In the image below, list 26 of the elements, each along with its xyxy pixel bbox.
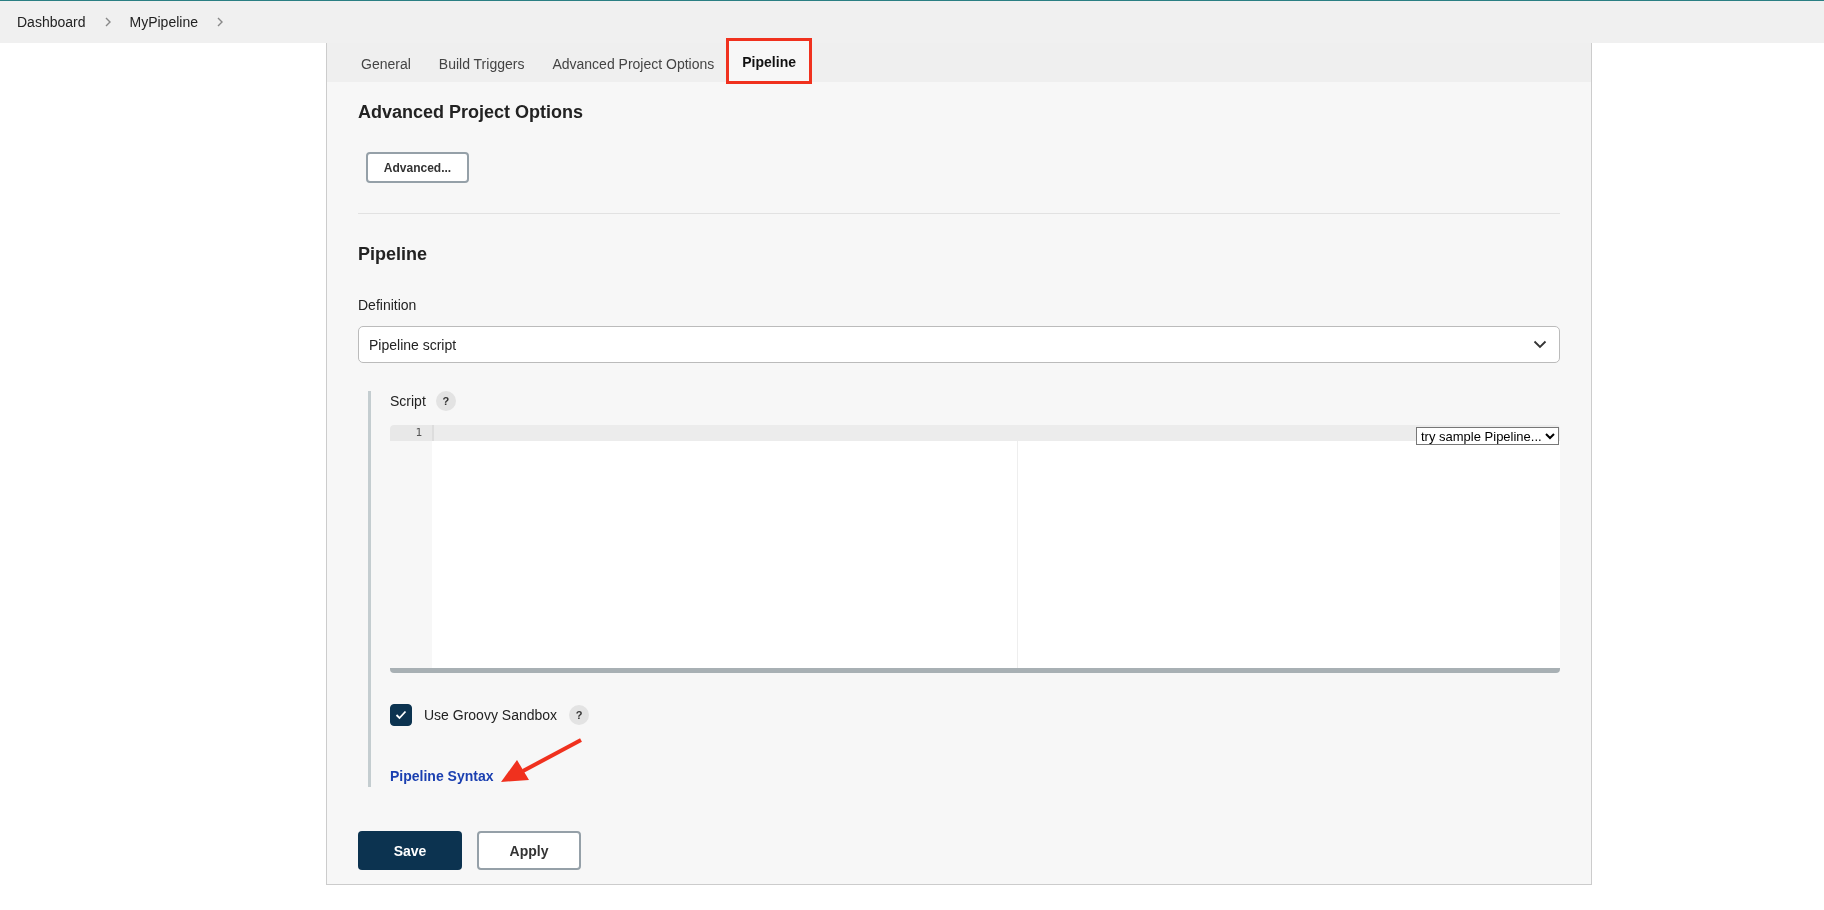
tab[interactable]: Build Triggers — [424, 46, 539, 82]
field-label: Definition — [358, 297, 418, 313]
help-button[interactable]: ? — [435, 391, 456, 411]
breadcrumb-link[interactable]: Dashboard — [17, 14, 86, 30]
definition-dropdown[interactable]: Pipeline script — [358, 326, 1560, 363]
code-editor[interactable]: 1 try sample Pipeline... — [390, 425, 1560, 673]
line-number: 1 — [390, 425, 432, 441]
checkmark-icon — [395, 710, 407, 720]
advanced-button[interactable]: Advanced... — [366, 152, 469, 183]
checkbox[interactable] — [390, 704, 412, 726]
breadcrumb-link[interactable]: MyPipeline — [129, 14, 198, 30]
tab[interactable]: Pipeline — [728, 40, 810, 82]
tab[interactable]: Advanced Project Options — [538, 46, 729, 82]
section-heading: Pipeline — [358, 244, 429, 265]
pipeline-syntax-link[interactable]: Pipeline Syntax — [390, 768, 494, 784]
chevron-down-icon — [1533, 340, 1547, 349]
field-label: Script — [390, 393, 426, 409]
section-heading: Advanced Project Options — [358, 102, 585, 123]
sample-dropdown[interactable]: try sample Pipeline... — [1416, 427, 1559, 445]
checkbox-label: Use Groovy Sandbox — [424, 707, 558, 723]
chevron-right-icon — [103, 16, 112, 28]
help-button[interactable]: ? — [569, 705, 590, 725]
apply-button[interactable]: Apply — [477, 831, 581, 870]
save-button[interactable]: Save — [358, 831, 462, 870]
chevron-right-icon — [216, 16, 224, 28]
tab[interactable]: General — [347, 46, 425, 82]
